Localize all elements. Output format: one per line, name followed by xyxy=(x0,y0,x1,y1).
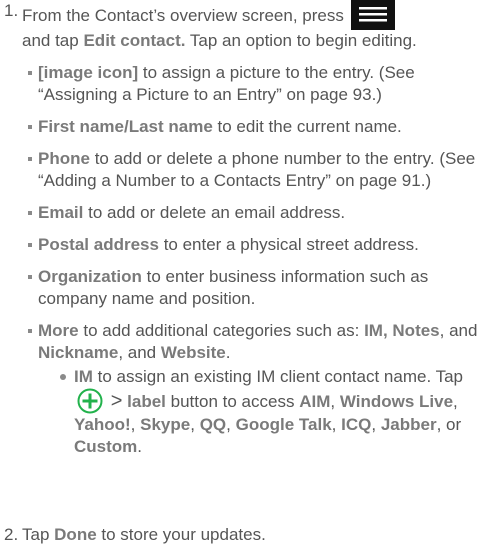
bullet xyxy=(28,243,32,247)
bullet xyxy=(28,329,32,333)
bullet xyxy=(28,211,32,215)
list-item: Phone to add or delete a phone number to… xyxy=(28,148,486,192)
instructions-page: 1. From the Contact’s overview screen, p… xyxy=(0,0,491,550)
edit-options-list: [image icon] to assign a picture to the … xyxy=(28,62,486,468)
list-item-more: More to add additional categories such a… xyxy=(28,320,486,458)
plus-circle-icon xyxy=(77,388,103,414)
menu-key-icon xyxy=(350,0,395,30)
list-item: Organization to enter business informati… xyxy=(28,266,486,310)
list-item: Postal address to enter a physical stree… xyxy=(28,234,486,256)
bullet xyxy=(60,374,66,380)
step-2: 2. Tap Done to store your updates. xyxy=(4,525,266,544)
bullet xyxy=(28,157,32,161)
list-item: Email to add or delete an email address. xyxy=(28,202,486,224)
sub-list-item-im: IM to assign an existing IM client conta… xyxy=(60,366,486,458)
step-1: 1. From the Contact’s overview screen, p… xyxy=(4,0,488,52)
step-1-text: From the Contact’s overview screen, pres… xyxy=(22,0,488,52)
list-item: [image icon] to assign a picture to the … xyxy=(28,62,486,106)
edit-contact-label: Edit contact. xyxy=(83,31,186,50)
bullet xyxy=(28,71,32,75)
step-number: 2. xyxy=(4,525,19,544)
list-item: First name/Last name to edit the current… xyxy=(28,116,486,138)
bullet xyxy=(28,275,32,279)
bullet xyxy=(28,125,32,129)
done-label: Done xyxy=(54,525,97,544)
step-number: 1. xyxy=(4,1,19,20)
